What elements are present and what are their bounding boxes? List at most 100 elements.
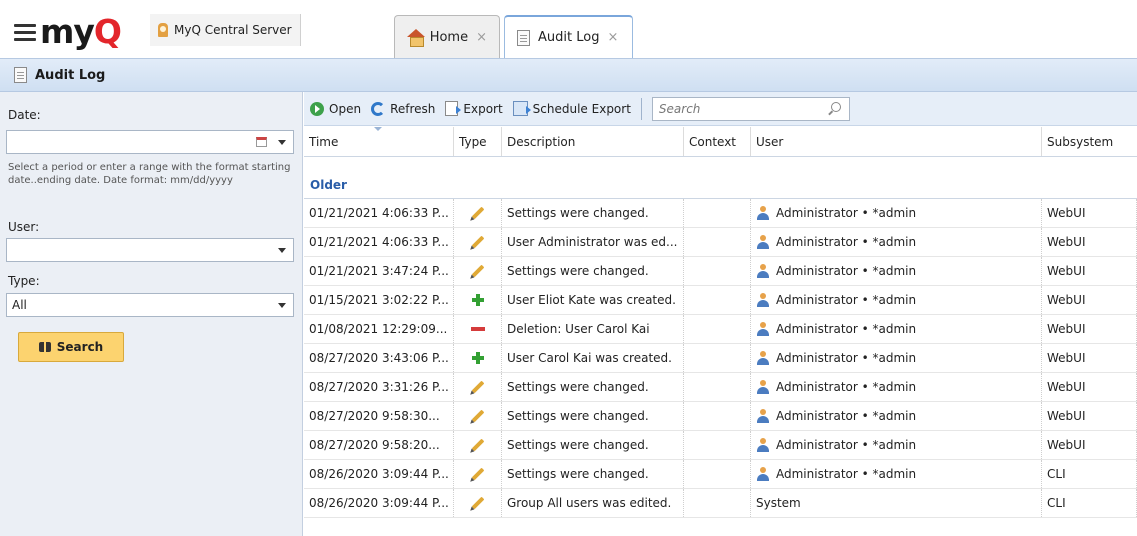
user-label: User: — [8, 220, 40, 234]
cell-user: Administrator • *admin — [751, 199, 1042, 227]
cell-context — [684, 228, 751, 256]
table-row[interactable]: 08/26/2020 3:09:44 P... Group All users w… — [304, 489, 1137, 518]
user-icon — [756, 467, 770, 481]
user-icon — [756, 409, 770, 423]
chevron-down-icon[interactable] — [278, 303, 286, 308]
cell-context — [684, 199, 751, 227]
cell-description: User Administrator was ed... — [502, 228, 684, 256]
search-input[interactable]: Search — [651, 96, 850, 121]
cell-description: Settings were changed. — [502, 199, 684, 227]
user-icon — [756, 351, 770, 365]
cell-user-text: Administrator • *admin — [776, 235, 917, 249]
cell-context — [684, 257, 751, 285]
cell-time: 08/27/2020 9:58:20... — [304, 431, 454, 459]
search-button[interactable]: Search — [18, 332, 124, 362]
table-row[interactable]: 08/27/2020 9:58:30... Settings were chang… — [304, 402, 1137, 431]
audit-log-grid: Time Type Description Context User Subsy… — [304, 127, 1137, 518]
column-header-user[interactable]: User — [751, 127, 1042, 156]
cell-description: Settings were changed. — [502, 257, 684, 285]
table-row[interactable]: 08/27/2020 3:31:26 P... Settings were cha… — [304, 373, 1137, 402]
cell-time: 08/26/2020 3:09:44 P... — [304, 460, 454, 488]
user-field[interactable] — [6, 238, 294, 262]
table-row[interactable]: 01/21/2021 4:06:33 P... User Administrato… — [304, 228, 1137, 257]
cell-user: Administrator • *admin — [751, 286, 1042, 314]
export-icon — [445, 101, 462, 116]
cell-description: Settings were changed. — [502, 402, 684, 430]
user-icon — [756, 206, 770, 220]
cell-type — [454, 489, 502, 517]
myq-logo: myQ — [40, 12, 122, 51]
cell-user: Administrator • *admin — [751, 460, 1042, 488]
column-header-description[interactable]: Description — [502, 127, 684, 156]
close-icon[interactable]: × — [476, 30, 487, 45]
cell-subsystem: WebUI — [1042, 315, 1137, 343]
pencil-icon — [471, 409, 484, 423]
chevron-down-icon[interactable] — [278, 248, 286, 253]
cell-user-text: Administrator • *admin — [776, 438, 917, 452]
cell-user: Administrator • *admin — [751, 344, 1042, 372]
column-header-subsystem[interactable]: Subsystem — [1042, 127, 1137, 156]
cell-type — [454, 460, 502, 488]
cell-user-text: Administrator • *admin — [776, 467, 917, 481]
cell-user-text: Administrator • *admin — [776, 293, 917, 307]
cell-user: System — [751, 489, 1042, 517]
cell-user: Administrator • *admin — [751, 315, 1042, 343]
cell-subsystem: WebUI — [1042, 402, 1137, 430]
tab-audit-log[interactable]: Audit Log × — [504, 15, 633, 58]
cell-user: Administrator • *admin — [751, 402, 1042, 430]
cell-user: Administrator • *admin — [751, 257, 1042, 285]
user-icon — [756, 380, 770, 394]
plus-icon — [471, 352, 484, 364]
user-icon — [756, 322, 770, 336]
page-title: Audit Log — [35, 67, 106, 83]
date-field[interactable] — [6, 130, 294, 154]
cell-user-text: Administrator • *admin — [776, 409, 917, 423]
hamburger-menu-icon[interactable] — [14, 24, 36, 41]
cell-time: 01/21/2021 4:06:33 P... — [304, 228, 454, 256]
document-icon — [14, 67, 27, 83]
table-row[interactable]: 01/15/2021 3:02:22 P... User Eliot Kate w… — [304, 286, 1137, 315]
cell-subsystem: WebUI — [1042, 257, 1137, 285]
pencil-icon — [471, 438, 484, 452]
cell-subsystem: WebUI — [1042, 199, 1137, 227]
search-icon[interactable] — [830, 101, 841, 112]
table-row[interactable]: 08/27/2020 9:58:20... Settings were chang… — [304, 431, 1137, 460]
cell-context — [684, 431, 751, 459]
table-row[interactable]: 08/26/2020 3:09:44 P... Settings were cha… — [304, 460, 1137, 489]
cell-user-text: Administrator • *admin — [776, 322, 917, 336]
cell-type — [454, 431, 502, 459]
cell-type — [454, 199, 502, 227]
close-icon[interactable]: × — [607, 30, 618, 45]
open-icon — [310, 101, 324, 116]
cell-description: Settings were changed. — [502, 431, 684, 459]
cell-time: 08/27/2020 3:43:06 P... — [304, 344, 454, 372]
schedule-export-button[interactable]: Schedule Export — [512, 101, 631, 116]
column-header-context[interactable]: Context — [684, 127, 751, 156]
cell-context — [684, 460, 751, 488]
table-row[interactable]: 08/27/2020 3:43:06 P... User Carol Kai wa… — [304, 344, 1137, 373]
server-selector[interactable]: MyQ Central Server — [150, 14, 301, 46]
server-icon — [158, 23, 168, 37]
cell-type — [454, 286, 502, 314]
table-row[interactable]: 01/21/2021 4:06:33 P... Settings were cha… — [304, 199, 1137, 228]
date-label: Date: — [8, 108, 41, 122]
grid-header: Time Type Description Context User Subsy… — [304, 127, 1137, 157]
pencil-icon — [471, 206, 484, 220]
refresh-button[interactable]: Refresh — [371, 101, 435, 116]
table-row[interactable]: 01/08/2021 12:29:09... Deletion: User Car… — [304, 315, 1137, 344]
cell-type — [454, 315, 502, 343]
cell-user: Administrator • *admin — [751, 228, 1042, 256]
column-header-type[interactable]: Type — [454, 127, 502, 156]
open-button[interactable]: Open — [310, 101, 361, 116]
export-button[interactable]: Export — [445, 101, 503, 116]
top-bar: myQ MyQ Central Server Home × Audit Log … — [0, 0, 1137, 58]
chevron-down-icon[interactable] — [278, 140, 286, 145]
type-select[interactable]: All — [6, 293, 294, 317]
sort-indicator-icon — [374, 127, 382, 131]
cell-context — [684, 315, 751, 343]
cell-time: 01/08/2021 12:29:09... — [304, 315, 454, 343]
calendar-icon[interactable] — [256, 137, 267, 147]
column-header-time[interactable]: Time — [304, 127, 454, 156]
table-row[interactable]: 01/21/2021 3:47:24 P... Settings were cha… — [304, 257, 1137, 286]
tab-home[interactable]: Home × — [394, 15, 500, 58]
